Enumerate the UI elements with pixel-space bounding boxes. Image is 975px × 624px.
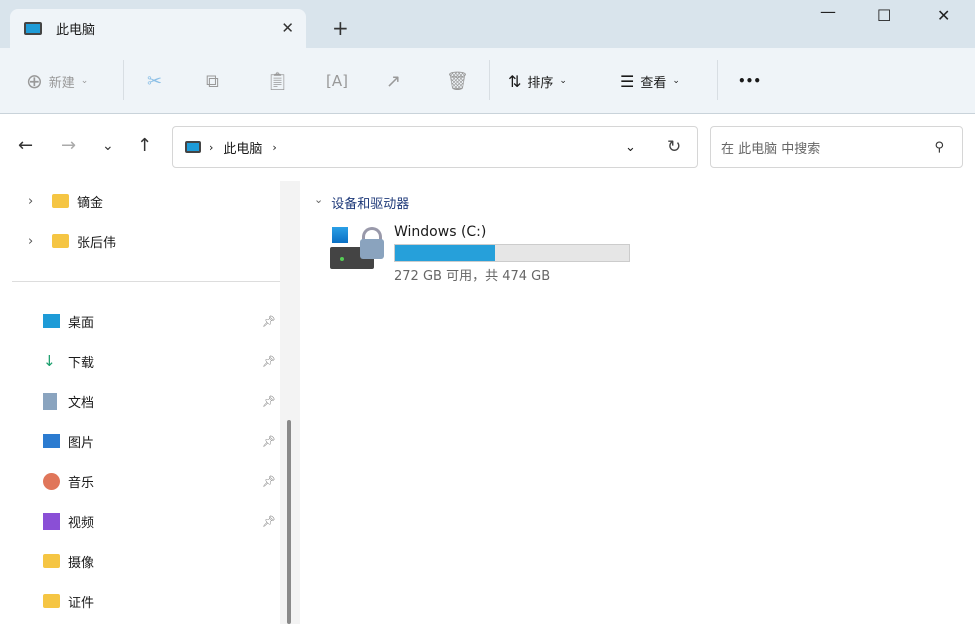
- minimize-button[interactable]: —: [820, 2, 836, 21]
- rename-icon[interactable]: [A]: [326, 48, 348, 114]
- sort-icon: ⇅: [508, 71, 522, 91]
- plus-circle-icon: ⊕: [26, 69, 43, 93]
- sort-button[interactable]: ⇅ 排序 ⌄: [508, 48, 567, 114]
- delete-icon[interactable]: 🗑︎: [446, 48, 469, 114]
- music-icon: [43, 472, 60, 490]
- search-placeholder: 在 此电脑 中搜索: [721, 141, 821, 157]
- quick-access-videos[interactable]: 视频 📌︎: [0, 503, 280, 539]
- refresh-icon[interactable]: ↻: [667, 137, 681, 157]
- pin-icon[interactable]: 📌︎: [262, 355, 276, 368]
- group-header[interactable]: ⌄ 设备和驱动器: [314, 193, 409, 212]
- address-input[interactable]: › 此电脑 › ⌄ ↻: [172, 126, 698, 168]
- quick-access-desktop[interactable]: 桌面 📌︎: [0, 303, 280, 339]
- divider: [123, 60, 124, 100]
- forward-button[interactable]: →: [61, 135, 76, 156]
- pin-icon[interactable]: 📌︎: [262, 315, 276, 328]
- tree-item-label: 镝金: [77, 195, 104, 211]
- drive-item-c[interactable]: Windows (C:) 272 GB 可用，共 474 GB: [328, 221, 668, 284]
- folder-icon: [43, 594, 60, 608]
- tree-item[interactable]: › 镝金: [0, 183, 280, 219]
- item-label: 桌面: [68, 315, 95, 331]
- document-icon: [43, 392, 57, 410]
- tab-label: 此电脑: [56, 23, 96, 38]
- computer-icon: [185, 141, 201, 153]
- drive-usage-fill: [395, 245, 495, 261]
- divider: [489, 60, 490, 100]
- item-label: 文档: [68, 395, 95, 411]
- drive-usage-bar: [394, 244, 630, 262]
- download-icon: ↓: [43, 352, 56, 370]
- pin-icon[interactable]: 📌︎: [262, 435, 276, 448]
- view-icon: ☰: [620, 71, 635, 91]
- chevron-right-icon: ›: [272, 140, 277, 154]
- recent-dropdown[interactable]: ⌄: [102, 138, 114, 154]
- quick-access-documents[interactable]: 文档 📌︎: [0, 383, 280, 419]
- paste-icon[interactable]: 📋︎: [266, 48, 289, 114]
- maximize-button[interactable]: ☐: [877, 6, 891, 25]
- divider: [12, 281, 283, 282]
- share-icon[interactable]: ↗: [386, 48, 401, 114]
- chevron-down-icon: ⌄: [314, 193, 324, 206]
- item-label: 下载: [68, 355, 95, 371]
- quick-access-documents-id[interactable]: 证件: [0, 583, 280, 619]
- tree-item-label: 张后伟: [77, 235, 117, 251]
- quick-access-pictures[interactable]: 图片 📌︎: [0, 423, 280, 459]
- pin-icon[interactable]: 📌︎: [262, 395, 276, 408]
- item-label: 摄像: [68, 555, 95, 571]
- drive-usage-text: 272 GB 可用，共 474 GB: [394, 269, 551, 284]
- command-bar: ⊕ 新建 ⌄ ✂ ⧉ 📋︎ [A] ↗ 🗑︎ ⇅ 排序 ⌄ ☰ 查看 ⌄ •••: [0, 48, 975, 114]
- desktop-icon: [43, 314, 60, 328]
- quick-access-music[interactable]: 音乐 📌︎: [0, 463, 280, 499]
- close-button[interactable]: ✕: [937, 6, 950, 25]
- item-label: 图片: [68, 435, 95, 451]
- navigation-pane: › 镝金 › 张后伟 桌面 📌︎ ↓ 下载 📌︎ 文档 📌︎ 图片 📌︎ 音乐 📌︎ 视频 📌︎ …: [0, 181, 300, 624]
- computer-icon: [24, 22, 42, 35]
- pin-icon[interactable]: 📌︎: [262, 515, 276, 528]
- item-label: 证件: [68, 595, 95, 611]
- pin-icon[interactable]: 📌︎: [262, 475, 276, 488]
- up-button[interactable]: ↑: [137, 135, 152, 156]
- drive-name: Windows (C:): [394, 224, 487, 240]
- view-label: 查看: [640, 75, 667, 91]
- content-pane: ⌄ 设备和驱动器 Windows (C:) 272 GB 可用，共 474 GB: [300, 181, 975, 624]
- copy-icon[interactable]: ⧉: [206, 48, 219, 114]
- address-dropdown-icon[interactable]: ⌄: [625, 140, 636, 155]
- pictures-icon: [43, 434, 60, 448]
- video-icon: [43, 512, 60, 530]
- sort-label: 排序: [527, 75, 554, 91]
- tab-this-pc[interactable]: 此电脑 ✕: [10, 9, 306, 48]
- folder-icon: [52, 194, 69, 208]
- breadcrumb-this-pc[interactable]: 此电脑: [223, 138, 262, 157]
- divider: [717, 60, 718, 100]
- quick-access-camera[interactable]: 摄像: [0, 543, 280, 579]
- group-title: 设备和驱动器: [331, 197, 410, 212]
- new-button[interactable]: ⊕ 新建 ⌄: [26, 48, 88, 114]
- chevron-right-icon: ›: [209, 140, 214, 154]
- new-tab-button[interactable]: +: [332, 16, 349, 40]
- cut-icon[interactable]: ✂: [147, 48, 162, 114]
- item-label: 音乐: [68, 475, 95, 491]
- scrollbar-thumb[interactable]: [287, 420, 291, 624]
- title-bar: 此电脑 ✕ + — ☐ ✕: [0, 0, 975, 48]
- folder-icon: [52, 234, 69, 248]
- search-icon: ⚲: [934, 139, 944, 155]
- quick-access-downloads[interactable]: ↓ 下载 📌︎: [0, 343, 280, 379]
- more-button[interactable]: •••: [738, 48, 761, 114]
- view-button[interactable]: ☰ 查看 ⌄: [620, 48, 680, 114]
- new-label: 新建: [48, 75, 75, 91]
- drive-icon: [330, 225, 386, 271]
- back-button[interactable]: ←: [18, 135, 33, 156]
- tree-item[interactable]: › 张后伟: [0, 223, 280, 259]
- item-label: 视频: [68, 515, 95, 531]
- folder-icon: [43, 554, 60, 568]
- search-input[interactable]: 在 此电脑 中搜索 ⚲: [710, 126, 963, 168]
- close-tab-icon[interactable]: ✕: [281, 19, 294, 37]
